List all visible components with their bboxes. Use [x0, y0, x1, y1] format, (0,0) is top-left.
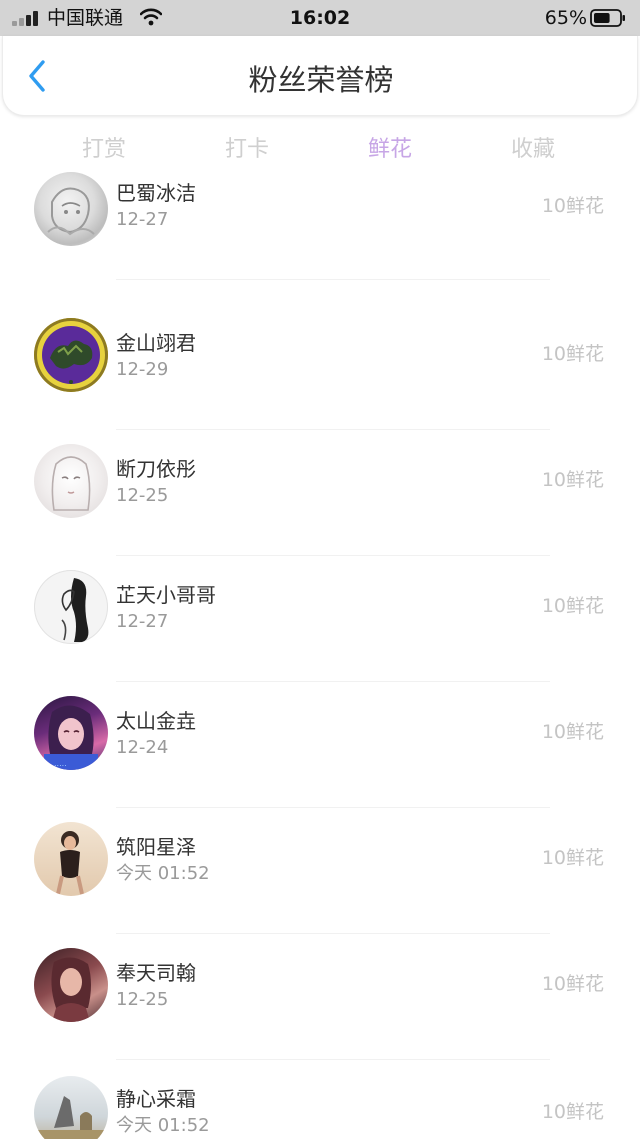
avatar [34, 948, 108, 1022]
avatar [34, 822, 108, 896]
flower-count: 10鲜花 [541, 1101, 604, 1123]
divider [116, 279, 550, 280]
fan-date: 12-25 [116, 989, 169, 1010]
chevron-left-icon [29, 60, 45, 92]
list-item[interactable]: 芷天小哥哥 12-27 10鲜花 [0, 556, 640, 682]
page-title: 粉丝荣誉榜 [248, 63, 394, 97]
list-item[interactable]: 奉天司翰 12-25 10鲜花 [0, 934, 640, 1060]
fan-date: 12-25 [116, 485, 169, 506]
avatar: ..... [34, 696, 108, 770]
tab-checkin[interactable]: 打卡 [177, 128, 317, 172]
fan-name: 巴蜀冰洁 [116, 181, 196, 205]
fan-name: 筑阳星泽 [116, 835, 196, 859]
avatar [34, 1076, 108, 1139]
avatar [34, 172, 108, 246]
wifi-icon [140, 8, 162, 26]
avatar [34, 318, 108, 392]
page: 中国联通 16:02 65% 粉丝荣誉榜 打赏 打卡 鲜花 收藏 巴蜀冰洁 12… [0, 0, 640, 1139]
flower-count: 10鲜花 [541, 195, 604, 217]
tab-reward[interactable]: 打赏 [34, 128, 174, 172]
flower-count: 10鲜花 [541, 847, 604, 869]
nav-header: 粉丝荣誉榜 [2, 36, 638, 116]
fan-date: 12-24 [116, 737, 169, 758]
fan-name: 静心采霜 [116, 1087, 196, 1111]
carrier-name: 中国联通 [47, 7, 124, 29]
fan-name: 太山金垚 [116, 709, 196, 733]
avatar [34, 444, 108, 518]
tab-bar: 打赏 打卡 鲜花 收藏 [0, 128, 640, 172]
svg-text:.....: ..... [54, 759, 67, 768]
tab-favorites[interactable]: 收藏 [463, 128, 603, 172]
fan-name: 芷天小哥哥 [116, 583, 216, 607]
avatar [34, 570, 108, 644]
list-item[interactable]: 静心采霜 今天 01:52 10鲜花 [0, 1060, 640, 1139]
fan-date: 12-29 [116, 359, 169, 380]
list-item[interactable]: ..... 太山金垚 12-24 10鲜花 [0, 682, 640, 808]
fan-date: 12-27 [116, 209, 169, 230]
fan-date: 今天 01:52 [116, 863, 210, 884]
battery-icon [590, 9, 625, 27]
flower-count: 10鲜花 [541, 469, 604, 491]
flower-count: 10鲜花 [541, 973, 604, 995]
list-item[interactable]: 断刀依彤 12-25 10鲜花 [0, 430, 640, 556]
signal-icon [12, 10, 42, 26]
flower-count: 10鲜花 [541, 595, 604, 617]
battery-percent: 65% [544, 7, 587, 29]
fan-name: 断刀依彤 [116, 457, 196, 481]
list-item[interactable]: 筑阳星泽 今天 01:52 10鲜花 [0, 808, 640, 934]
fan-date: 今天 01:52 [116, 1115, 210, 1136]
fan-name: 奉天司翰 [116, 961, 196, 985]
fan-date: 12-27 [116, 611, 169, 632]
back-button[interactable] [17, 56, 57, 96]
fan-name: 金山翊君 [116, 331, 196, 355]
status-bar: 中国联通 16:02 65% [0, 0, 640, 36]
list-item[interactable]: 金山翊君 12-29 10鲜花 [0, 304, 640, 430]
list-item[interactable]: 巴蜀冰洁 12-27 10鲜花 [0, 172, 640, 302]
tab-flowers[interactable]: 鲜花 [320, 128, 460, 172]
flower-count: 10鲜花 [541, 343, 604, 365]
flower-count: 10鲜花 [541, 721, 604, 743]
